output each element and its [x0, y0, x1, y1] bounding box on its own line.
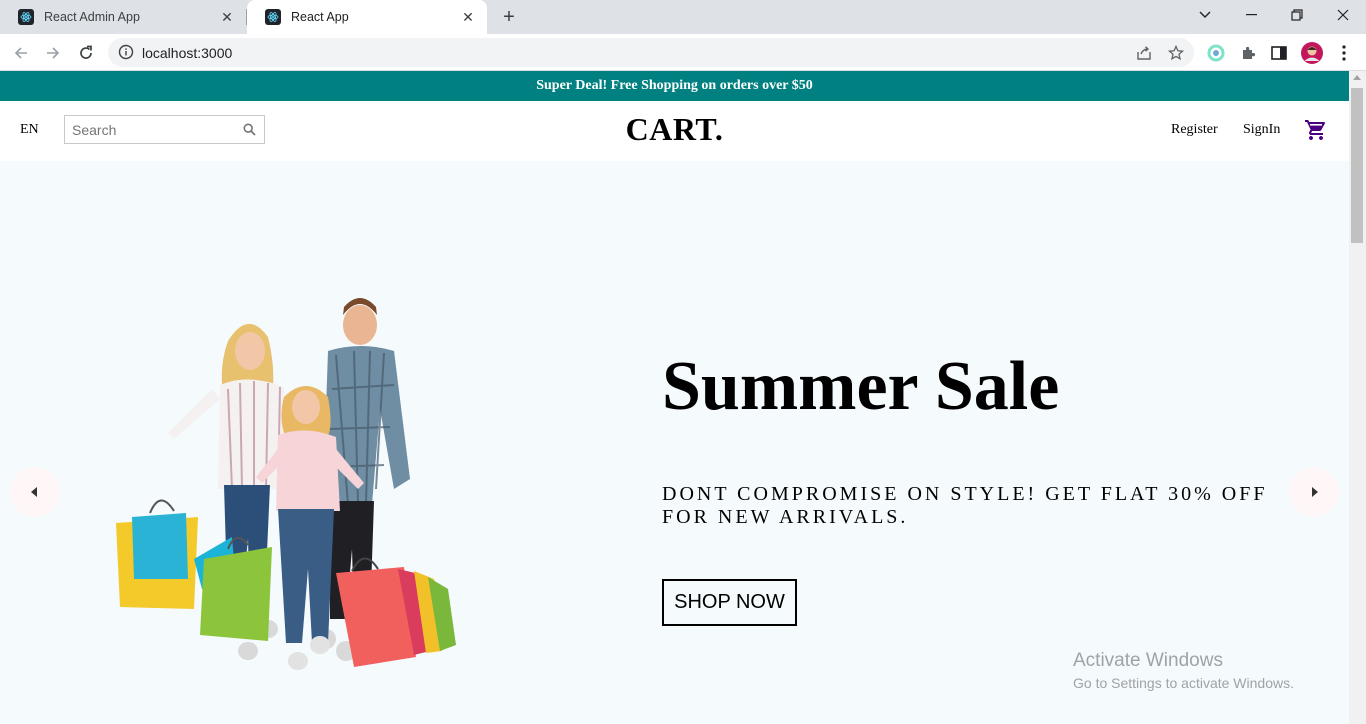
signin-link[interactable]: SignIn [1243, 122, 1280, 138]
reload-icon[interactable] [73, 40, 99, 66]
new-tab-icon[interactable]: + [498, 6, 520, 28]
side-panel-icon[interactable] [1268, 42, 1290, 64]
arrow-left-icon [31, 487, 37, 497]
restore-icon[interactable] [1274, 0, 1320, 30]
site-navbar: EN CART. Register SignIn [0, 101, 1349, 161]
shop-now-button[interactable]: SHOP NOW [662, 579, 797, 626]
back-icon[interactable] [8, 40, 34, 66]
slider-next-arrow[interactable] [1289, 467, 1339, 517]
extension-circle-icon[interactable] [1205, 42, 1227, 64]
browser-tabstrip: React Admin App ✕ React App ✕ + [0, 0, 1366, 34]
react-favicon-icon [265, 9, 281, 25]
tab-react-admin-app[interactable]: React Admin App ✕ [0, 0, 246, 34]
tab-title: React Admin App [44, 10, 140, 24]
slider-prev-arrow[interactable] [10, 467, 60, 517]
extensions-puzzle-icon[interactable] [1237, 42, 1259, 64]
arrow-right-icon [1312, 487, 1318, 497]
announcement-bar: Super Deal! Free Shopping on orders over… [0, 71, 1349, 101]
bookmark-star-icon[interactable] [1165, 44, 1187, 62]
scrollbar-thumb[interactable] [1351, 88, 1363, 243]
hero-family-shopping-image [116, 298, 456, 670]
react-favicon-icon [18, 9, 34, 25]
share-icon[interactable] [1133, 44, 1155, 62]
browser-menu-icon[interactable] [1333, 42, 1355, 64]
tab-react-app[interactable]: React App ✕ [247, 0, 487, 34]
tab-close-icon[interactable]: ✕ [459, 8, 477, 26]
hero-description: DONT COMPROMISE ON STYLE! GET FLAT 30% O… [662, 483, 1268, 528]
forward-icon[interactable] [40, 40, 66, 66]
page-viewport: Super Deal! Free Shopping on orders over… [0, 71, 1366, 724]
hero-slider: Summer Sale DONT COMPROMISE ON STYLE! GE… [0, 161, 1349, 724]
address-bar[interactable]: localhost:3000 [108, 38, 1194, 67]
browser-toolbar: localhost:3000 [0, 34, 1366, 71]
minimize-icon[interactable] [1228, 0, 1274, 30]
page-scrollbar[interactable] [1349, 71, 1366, 724]
watermark-line1: Activate Windows [1073, 650, 1223, 671]
register-link[interactable]: Register [1171, 122, 1218, 138]
close-window-icon[interactable] [1320, 0, 1366, 30]
scroll-up-arrow-icon[interactable] [1353, 75, 1361, 80]
site-info-icon[interactable] [118, 44, 134, 65]
tab-search-chevron-icon[interactable] [1182, 0, 1228, 30]
windows-activation-watermark: Activate Windows Go to Settings to activ… [1073, 650, 1294, 691]
site-logo[interactable]: CART. [0, 111, 1349, 148]
tab-title: React App [291, 10, 349, 24]
shopping-cart-icon[interactable] [1304, 118, 1328, 142]
url-text: localhost:3000 [142, 45, 233, 61]
hero-title: Summer Sale [662, 348, 1060, 425]
watermark-line2: Go to Settings to activate Windows. [1073, 675, 1294, 691]
profile-avatar[interactable] [1301, 42, 1323, 64]
tab-close-icon[interactable]: ✕ [218, 8, 236, 26]
